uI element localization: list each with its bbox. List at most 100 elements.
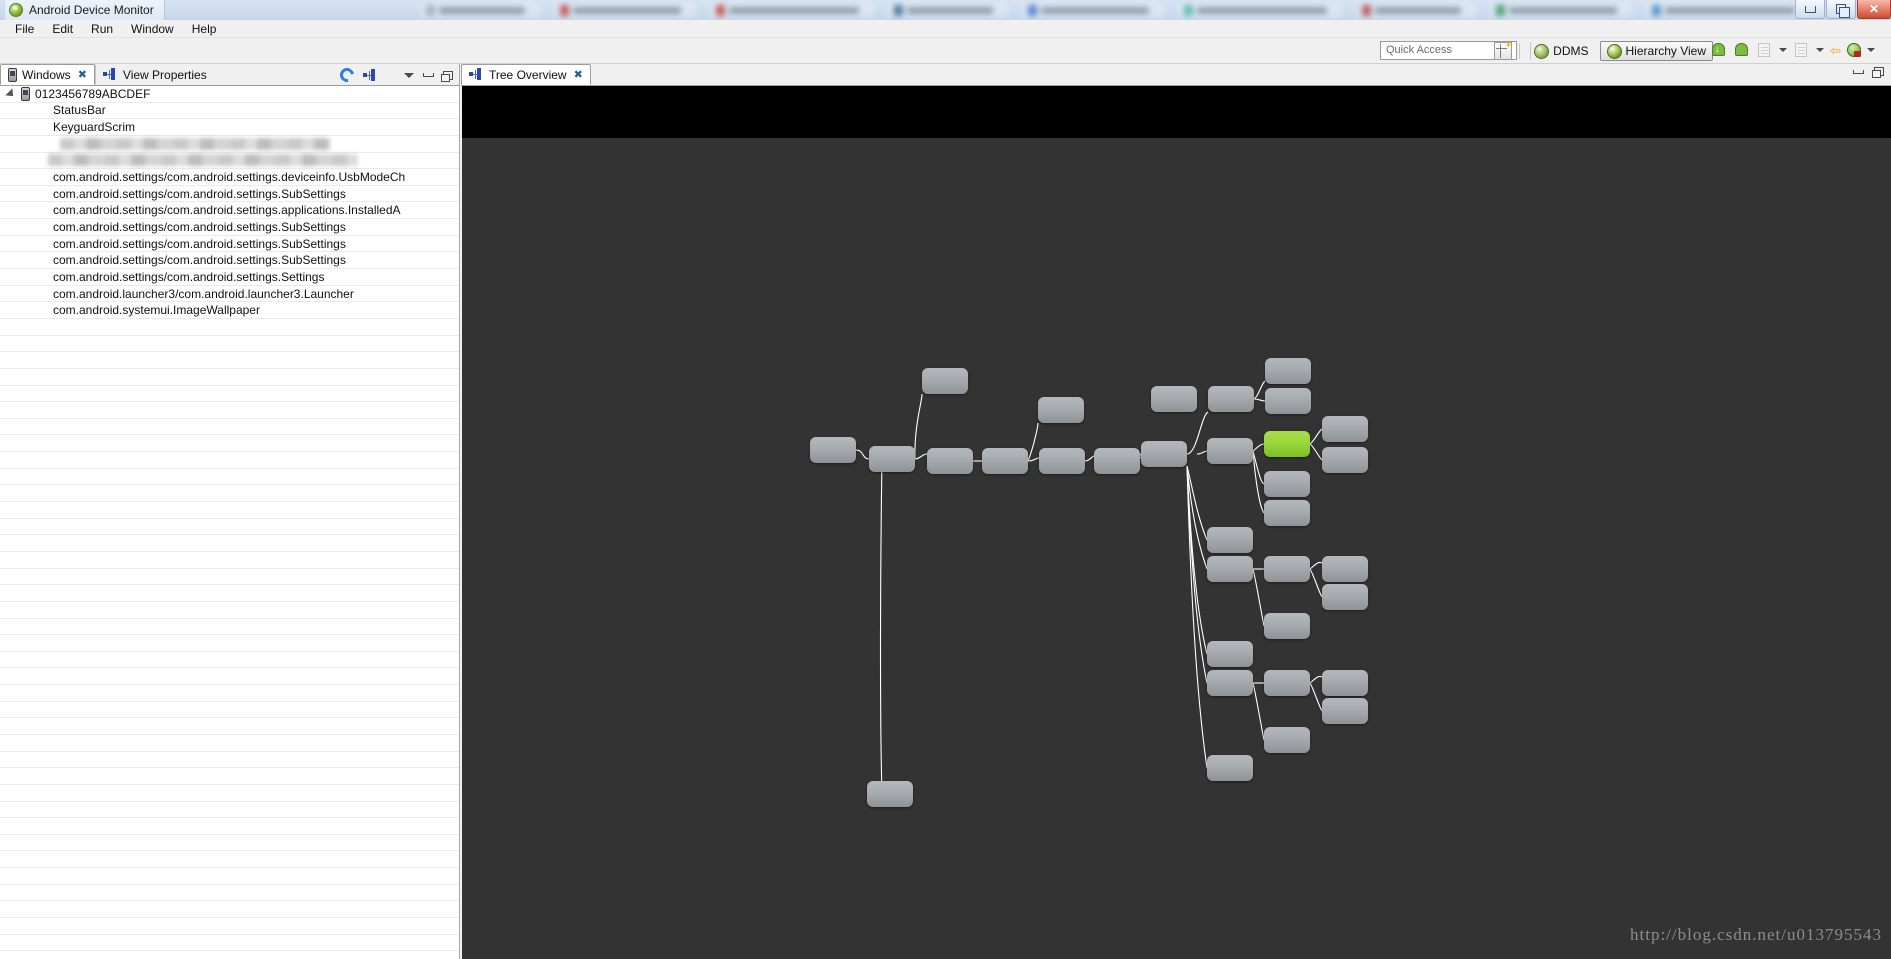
tree-overview-toolbar bbox=[1853, 67, 1884, 78]
tree-overview-view: Tree Overview ✖ http://blog.csdn.net/u01… bbox=[461, 64, 1891, 959]
hierarchy-toolbar-icons: ↓ ⇦ bbox=[1710, 41, 1875, 59]
run-icon[interactable] bbox=[1847, 43, 1861, 57]
menu-help[interactable]: Help bbox=[183, 21, 226, 37]
tree-node[interactable] bbox=[922, 368, 968, 394]
tree-overview-canvas[interactable]: http://blog.csdn.net/u013795543 bbox=[462, 86, 1891, 959]
device-screenshot-icon[interactable] bbox=[1733, 41, 1750, 59]
tree-row[interactable]: com.android.settings/com.android.setting… bbox=[0, 269, 459, 286]
view-menu-icon[interactable] bbox=[404, 72, 414, 78]
tree-node[interactable] bbox=[1207, 641, 1253, 667]
tree-node[interactable] bbox=[1151, 386, 1197, 412]
open-perspective-icon[interactable]: ✦ bbox=[1494, 41, 1513, 60]
menu-window[interactable]: Window bbox=[122, 21, 183, 37]
perspective-ddms-button[interactable]: DDMS bbox=[1527, 41, 1595, 61]
tree-row[interactable]: StatusBar bbox=[0, 103, 459, 120]
tree-node-selected[interactable] bbox=[1264, 431, 1310, 457]
tree-row[interactable]: com.android.systemui.ImageWallpaper bbox=[0, 302, 459, 319]
window-tree-list[interactable]: 0123456789ABCDEF StatusBar KeyguardScrim co… bbox=[0, 86, 459, 959]
tree-node[interactable] bbox=[1322, 556, 1368, 582]
tree-row[interactable]: KeyguardScrim bbox=[0, 119, 459, 136]
tree-row-empty bbox=[0, 469, 459, 486]
minimize-view-icon[interactable] bbox=[423, 73, 434, 77]
menu-edit[interactable]: Edit bbox=[43, 21, 82, 37]
tree-row-empty bbox=[0, 818, 459, 835]
tree-node[interactable] bbox=[1322, 670, 1368, 696]
tree-row-empty bbox=[0, 386, 459, 403]
perspective-ddms-label: DDMS bbox=[1553, 44, 1589, 58]
tree-row-empty bbox=[0, 802, 459, 819]
close-icon[interactable]: ✖ bbox=[78, 68, 87, 81]
tree-node[interactable] bbox=[1207, 755, 1253, 781]
tree-node[interactable] bbox=[1264, 471, 1310, 497]
menu-run[interactable]: Run bbox=[82, 21, 122, 37]
refresh-icon[interactable] bbox=[337, 65, 357, 85]
tree-row-empty bbox=[0, 868, 459, 885]
tree-node[interactable] bbox=[1039, 448, 1085, 474]
tree-row[interactable]: com.android.settings/com.android.setting… bbox=[0, 169, 459, 186]
tree-row[interactable]: com.android.settings/com.android.setting… bbox=[0, 236, 459, 253]
tab-windows[interactable]: Windows ✖ bbox=[0, 64, 95, 85]
tree-node[interactable] bbox=[867, 781, 913, 807]
tree-row-empty bbox=[0, 402, 459, 419]
maximize-view-icon[interactable] bbox=[1872, 67, 1884, 78]
tree-node[interactable] bbox=[982, 448, 1028, 474]
tree-graph[interactable] bbox=[462, 86, 1891, 959]
close-icon[interactable]: ✖ bbox=[574, 68, 583, 81]
minimize-view-icon[interactable] bbox=[1853, 69, 1864, 74]
close-window-button[interactable]: ✕ bbox=[1857, 0, 1891, 19]
tree-node[interactable] bbox=[1207, 670, 1253, 696]
window-controls[interactable]: ✕ bbox=[1794, 0, 1891, 20]
tree-node[interactable] bbox=[1264, 613, 1310, 639]
tab-view-properties[interactable]: View Properties bbox=[94, 64, 215, 85]
tree-node[interactable] bbox=[927, 448, 973, 474]
tree-icon bbox=[102, 68, 118, 81]
restore-window-button[interactable] bbox=[1826, 0, 1856, 19]
tree-row[interactable]: com.android.settings/com.android.setting… bbox=[0, 252, 459, 270]
tree-row[interactable]: com.android.settings/com.android.setting… bbox=[0, 202, 459, 220]
tree-row-device[interactable]: 0123456789ABCDEF bbox=[0, 86, 459, 103]
tree-node[interactable] bbox=[1264, 556, 1310, 582]
tree-node[interactable] bbox=[869, 446, 915, 472]
minimize-window-button[interactable] bbox=[1795, 0, 1825, 19]
perspective-hierarchy-view-button[interactable]: Hierarchy View bbox=[1599, 41, 1713, 61]
tree-row[interactable]: com.android.settings/com.android.setting… bbox=[0, 219, 459, 236]
perspective-hierarchy-view-label: Hierarchy View bbox=[1625, 44, 1706, 58]
tree-node[interactable] bbox=[1322, 584, 1368, 610]
run-dropdown-caret[interactable] bbox=[1867, 48, 1875, 52]
toolbar-separator-2 bbox=[1519, 43, 1521, 59]
maximize-view-icon[interactable] bbox=[441, 70, 453, 82]
tree-node[interactable] bbox=[1038, 397, 1084, 423]
tree-node[interactable] bbox=[1265, 388, 1311, 414]
tree-node[interactable] bbox=[1322, 447, 1368, 473]
tree-row[interactable] bbox=[0, 153, 459, 170]
tree-node[interactable] bbox=[1094, 448, 1140, 474]
tree-node[interactable] bbox=[1265, 358, 1311, 384]
load-overlay-icon[interactable]: ⇦ bbox=[1830, 44, 1841, 57]
tree-node[interactable] bbox=[810, 437, 856, 463]
tree-row[interactable] bbox=[0, 136, 459, 153]
dump-dropdown-caret[interactable] bbox=[1779, 48, 1788, 52]
tree-node[interactable] bbox=[1208, 386, 1254, 412]
device-download-icon[interactable]: ↓ bbox=[1710, 41, 1727, 59]
tree-node[interactable] bbox=[1322, 416, 1368, 442]
tree-connector bbox=[1027, 422, 1039, 462]
tree-row-empty bbox=[0, 685, 459, 702]
chevron-down-icon[interactable] bbox=[5, 88, 17, 100]
tree-row-empty bbox=[0, 901, 459, 919]
tree-node[interactable] bbox=[1207, 527, 1253, 553]
menu-file[interactable]: File bbox=[6, 21, 43, 37]
tab-tree-overview[interactable]: Tree Overview ✖ bbox=[461, 64, 591, 85]
tree-node[interactable] bbox=[1207, 438, 1253, 464]
tree-node[interactable] bbox=[1322, 698, 1368, 724]
tree-node[interactable] bbox=[1207, 556, 1253, 582]
tree-row[interactable]: com.android.launcher3/com.android.launch… bbox=[0, 286, 459, 303]
tree-connector bbox=[1253, 380, 1266, 400]
tree-node[interactable] bbox=[1264, 500, 1310, 526]
capture-dropdown-caret[interactable] bbox=[1816, 48, 1825, 52]
tree-row-label: com.android.settings/com.android.setting… bbox=[53, 203, 401, 218]
tree-node[interactable] bbox=[1264, 670, 1310, 696]
tree-node[interactable] bbox=[1141, 441, 1187, 467]
load-view-hierarchy-icon[interactable] bbox=[363, 68, 378, 82]
tree-node[interactable] bbox=[1264, 727, 1310, 753]
tree-row[interactable]: com.android.settings/com.android.setting… bbox=[0, 186, 459, 203]
